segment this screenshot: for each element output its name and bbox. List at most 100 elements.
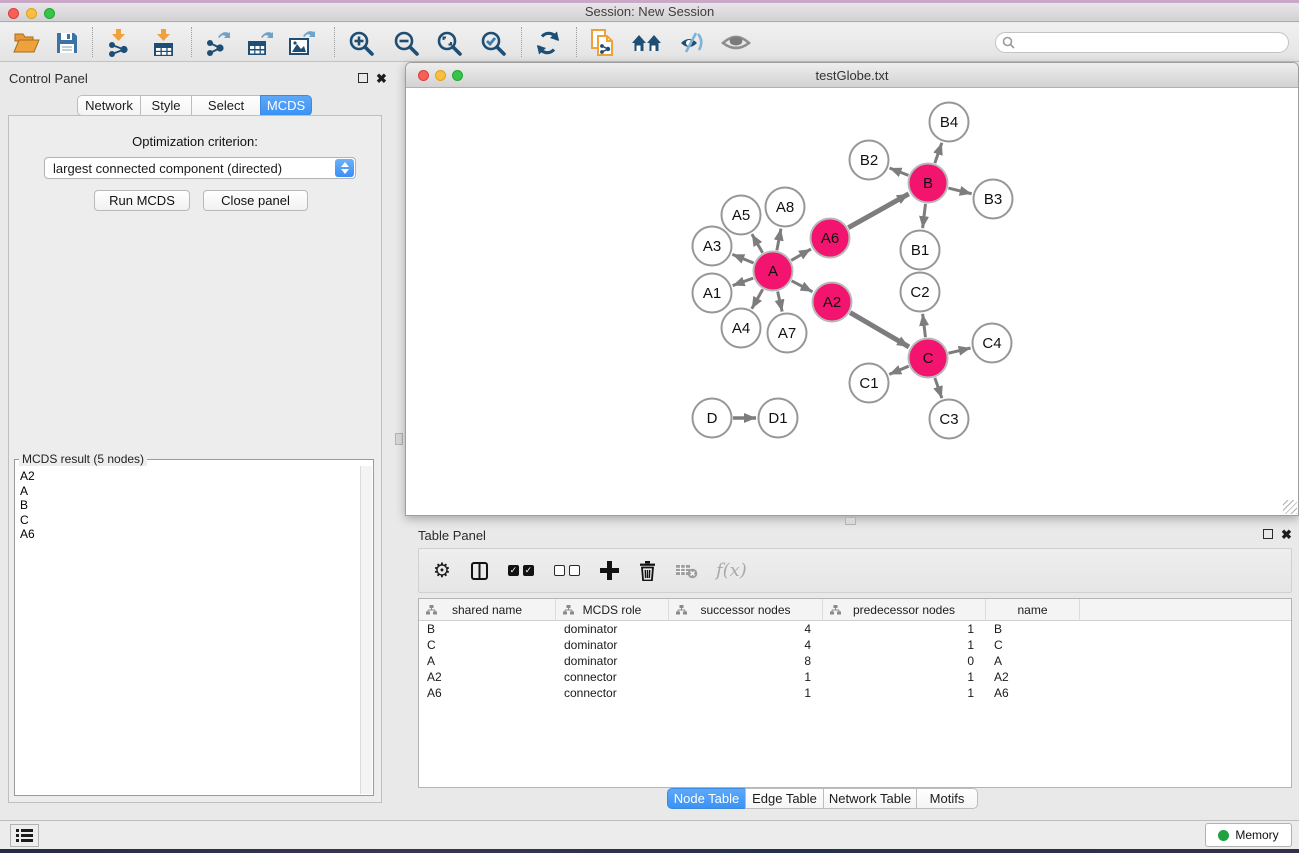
edge-A2-C[interactable] [850,313,909,347]
show-all-icon[interactable] [720,28,752,58]
edge-C-C4[interactable] [948,348,970,353]
run-mcds-button[interactable]: Run MCDS [94,190,190,211]
memory-label: Memory [1235,828,1278,842]
column-header-predecessor-nodes[interactable]: predecessor nodes [823,599,986,621]
zoom-out-icon[interactable] [390,28,422,58]
edge-A6-B[interactable] [848,194,909,228]
column-header-MCDS-role[interactable]: MCDS role [556,599,669,621]
edge-A-A3[interactable] [732,254,753,263]
tab-network[interactable]: Network [77,95,141,116]
export-image-icon[interactable] [286,28,318,58]
node-table[interactable]: shared nameMCDS rolesuccessor nodesprede… [418,598,1292,788]
edge-A-A6[interactable] [791,249,811,260]
hide-selected-icon[interactable] [676,28,708,58]
table-row[interactable]: A2connector11A2 [419,669,1291,685]
table-tab-edge-table[interactable]: Edge Table [745,788,824,809]
main-toolbar [0,23,1299,62]
node-label-A2: A2 [823,294,841,311]
table-cell: dominator [556,653,669,669]
table-tab-motifs[interactable]: Motifs [916,788,978,809]
edge-A-A7[interactable] [778,291,783,311]
table-row[interactable]: Adominator80A [419,653,1291,669]
toolbar-separator [191,27,192,57]
table-cell: connector [556,669,669,685]
mcds-result-item[interactable]: A [20,484,360,499]
node-label-A4: A4 [732,320,750,337]
first-neighbors-icon[interactable] [631,28,663,58]
network-graph[interactable]: AA1A2A3A4A5A6A7A8BB1B2B3B4CC1C2C3C4DD1 [407,89,1298,515]
tab-select[interactable]: Select [191,95,261,116]
mcds-result-item[interactable]: B [20,498,360,513]
table-row[interactable]: A6connector11A6 [419,685,1291,701]
edge-A-A8[interactable] [777,229,781,251]
optimization-criterion-label: Optimization criterion: [9,134,381,149]
edge-A-A4[interactable] [752,289,763,309]
edge-A-A2[interactable] [792,281,813,292]
network-window-titlebar[interactable]: testGlobe.txt [406,63,1298,88]
duplicate-network-icon[interactable] [587,28,619,58]
edge-B-B1[interactable] [923,204,926,228]
float-panel-icon[interactable] [358,73,368,83]
task-history-button[interactable] [10,824,39,847]
table-row[interactable]: Cdominator41C [419,637,1291,653]
column-header-shared-name[interactable]: shared name [419,599,556,621]
edge-C-C3[interactable] [935,378,942,398]
mcds-result-list[interactable]: A2ABCA6 [16,466,360,794]
zoom-in-icon[interactable] [345,28,377,58]
tab-mcds[interactable]: MCDS [260,95,312,116]
table-cell: 1 [669,669,823,685]
table-tab-node-table[interactable]: Node Table [667,788,746,809]
close-table-panel-icon[interactable]: ✖ [1281,530,1292,540]
column-header-name[interactable]: name [986,599,1080,621]
edge-B-B4[interactable] [935,143,942,163]
table-tab-network-table[interactable]: Network Table [823,788,917,809]
zoom-fit-icon[interactable] [433,28,465,58]
edge-B-B2[interactable] [889,168,908,175]
export-network-icon[interactable] [202,28,234,58]
column-browser-icon[interactable] [471,562,488,580]
select-all-icon[interactable]: ✓✓ [508,565,534,576]
mcds-result-item[interactable]: A6 [20,527,360,542]
zoom-selected-icon[interactable] [477,28,509,58]
table-row[interactable]: Bdominator41B [419,621,1291,637]
delete-column-icon[interactable] [639,561,656,581]
deselect-all-icon[interactable] [554,565,580,576]
mcds-result-item[interactable]: C [20,513,360,528]
table-panel-title: Table Panel [418,528,486,543]
edge-B-B3[interactable] [948,188,971,194]
import-table-icon[interactable] [148,28,180,58]
save-session-icon[interactable] [51,28,83,58]
mcds-result-scrollbar[interactable] [360,466,372,794]
column-header-successor-nodes[interactable]: successor nodes [669,599,823,621]
search-field[interactable] [995,32,1289,53]
resize-grip-icon[interactable] [1283,500,1297,514]
edge-A-A5[interactable] [752,234,763,253]
table-cell: A [419,653,556,669]
criterion-dropdown[interactable]: largest connected component (directed) [44,157,356,179]
horizontal-splitter-handle[interactable] [845,517,856,525]
mcds-result-item[interactable]: A2 [20,469,360,484]
add-column-icon[interactable] [600,561,619,580]
node-label-A8: A8 [776,199,794,216]
delete-table-icon[interactable] [676,563,698,579]
close-panel-icon[interactable]: ✖ [376,74,387,84]
table-settings-icon[interactable]: ⚙ [433,558,451,583]
control-panel: Control Panel ✖ NetworkStyleSelectMCDS O… [0,62,390,820]
open-session-icon[interactable] [10,28,42,58]
edge-C-C1[interactable] [889,366,908,374]
edge-C-C2[interactable] [923,314,926,337]
export-table-icon[interactable] [244,28,276,58]
import-network-icon[interactable] [103,28,135,58]
column-header-empty [1080,599,1291,621]
vertical-splitter-handle[interactable] [395,433,403,445]
refresh-icon[interactable] [532,28,564,58]
memory-button[interactable]: Memory [1205,823,1292,847]
function-builder-icon[interactable]: f(x) [716,560,747,581]
desktop-background [0,849,1299,853]
edge-A-A1[interactable] [733,278,754,285]
table-cell: A6 [419,685,556,701]
search-input[interactable] [1015,36,1265,50]
close-panel-button[interactable]: Close panel [203,190,308,211]
tab-style[interactable]: Style [140,95,192,116]
float-table-panel-icon[interactable] [1263,529,1273,539]
